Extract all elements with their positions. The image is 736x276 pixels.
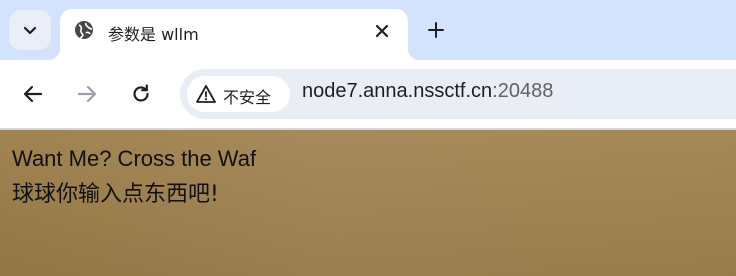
tab-title: 参数是 wllm [108, 25, 199, 44]
toolbar: 不安全 node7.anna.nssctf.cn:20488 [0, 60, 736, 128]
url-text[interactable]: node7.anna.nssctf.cn:20488 [302, 80, 553, 103]
forward-button[interactable] [75, 82, 99, 106]
page-heading: Want Me? Cross the Waf [12, 146, 257, 171]
new-tab-button[interactable] [424, 18, 448, 42]
url-host: node7.anna.nssctf.cn [302, 80, 493, 102]
warning-icon [196, 85, 216, 103]
globe-icon [75, 21, 93, 39]
arrow-right-icon [77, 85, 97, 103]
page-subtext: 球球你输入点东西吧! [12, 182, 219, 207]
security-label: 不安全 [223, 88, 272, 107]
url-port: :20488 [492, 80, 554, 102]
security-chip[interactable]: 不安全 [187, 76, 290, 112]
reload-button[interactable] [129, 82, 153, 106]
tab-search-button[interactable] [9, 10, 51, 50]
back-button[interactable] [21, 82, 45, 106]
active-tab[interactable]: 参数是 wllm [48, 9, 420, 60]
close-icon [375, 24, 389, 38]
plus-icon [428, 22, 444, 38]
page-content: Want Me? Cross the Waf 球球你输入点东西吧! [0, 130, 736, 276]
reload-icon [133, 84, 149, 102]
address-bar[interactable]: 不安全 node7.anna.nssctf.cn:20488 [180, 69, 736, 119]
arrow-left-icon [23, 85, 43, 103]
tab-close-button[interactable] [372, 21, 392, 41]
browser-window: 参数是 wllm 不安全 node7.anna.nssctf.cn:20488 … [0, 0, 736, 276]
chevron-down-icon [23, 26, 37, 35]
tab-strip: 参数是 wllm [0, 0, 736, 60]
